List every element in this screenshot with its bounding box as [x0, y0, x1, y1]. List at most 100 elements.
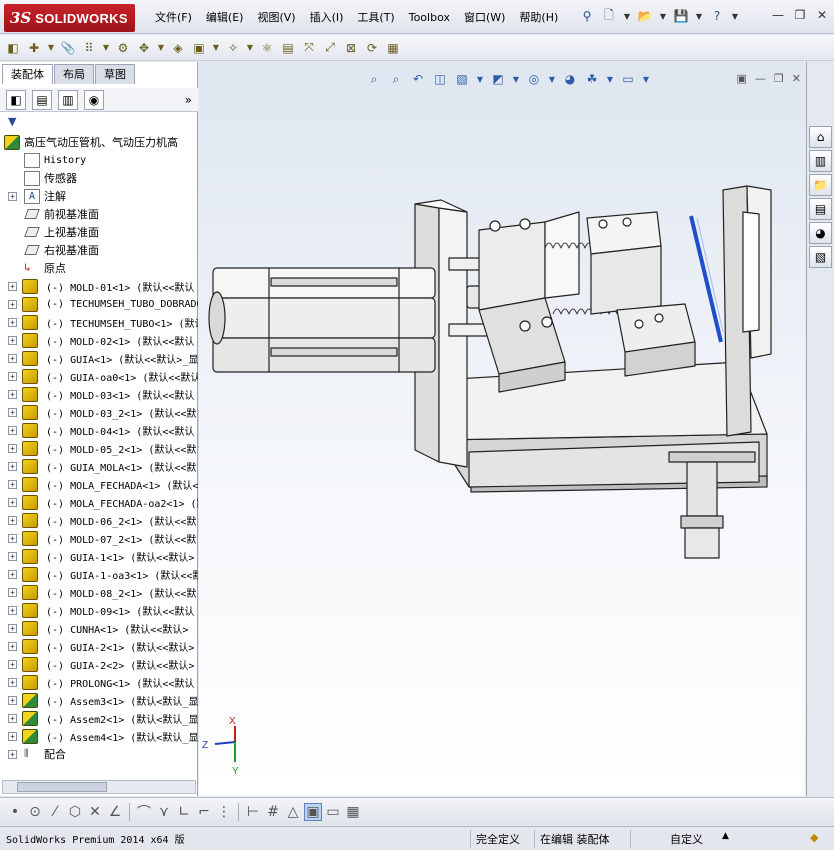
tree-item-part[interactable]: + (-) MOLD-04<1> (默认<<默认: [0, 421, 198, 439]
expand-icon[interactable]: +: [8, 677, 17, 687]
split-grid-icon[interactable]: ▦: [344, 803, 362, 821]
tree-item-part[interactable]: + (-) CUNHA<1> (默认<<默认>: [0, 619, 198, 637]
design-library-icon[interactable]: ▥: [809, 150, 832, 172]
tree-item-part[interactable]: + (-) TECHUMSEH_TUBO_DOBRADO: [0, 295, 198, 313]
rebuild-icon[interactable]: ⟳: [363, 39, 381, 57]
menu-help[interactable]: 帮助(H): [512, 10, 565, 26]
tree-item-part[interactable]: + (-) MOLD-02<1> (默认<<默认: [0, 331, 198, 349]
tree-item-part[interactable]: + (-) GUIA<1> (默认<<默认>_显: [0, 349, 198, 367]
tree-item-part[interactable]: + (-) MOLD-08_2<1> (默认<<默: [0, 583, 198, 601]
scrollbar-thumb[interactable]: [17, 782, 107, 792]
insert-dropdown-icon[interactable]: ▼: [46, 39, 56, 57]
status-units[interactable]: 自定义: [670, 831, 703, 847]
tree-item-history[interactable]: History: [0, 151, 198, 169]
open-dropdown-icon[interactable]: ▼: [658, 7, 668, 25]
move-dropdown-icon[interactable]: ▼: [156, 39, 166, 57]
solidworks-resources-icon[interactable]: ⌂: [809, 126, 832, 148]
menu-toolbox[interactable]: Toolbox: [402, 10, 457, 26]
expand-icon[interactable]: +: [8, 623, 17, 633]
line-icon[interactable]: ⁄: [46, 803, 64, 821]
reference-geometry-icon[interactable]: ✧: [224, 39, 242, 57]
expand-icon[interactable]: +: [8, 281, 17, 291]
grid-icon[interactable]: #: [264, 803, 282, 821]
save-icon[interactable]: 💾: [672, 7, 690, 25]
menu-file[interactable]: 文件(F): [148, 10, 199, 26]
shaded-display-icon[interactable]: ▣: [304, 802, 322, 821]
tree-item-origin[interactable]: ↳ 原点: [0, 259, 198, 277]
tab-sketch[interactable]: 草图: [95, 64, 135, 84]
expand-icon[interactable]: +: [8, 695, 17, 705]
help-dropdown-icon[interactable]: ▼: [730, 7, 740, 25]
expand-icon[interactable]: +: [8, 425, 17, 435]
reference-dropdown-icon[interactable]: ▼: [245, 39, 255, 57]
new-dropdown-icon[interactable]: ▼: [622, 7, 632, 25]
tree-root[interactable]: 高压气动压管机、气动压力机高: [0, 133, 198, 151]
solidworks-logo[interactable]: 3S SOLIDWORKS: [4, 4, 135, 32]
appearances-icon[interactable]: ◕: [809, 222, 832, 244]
menu-insert[interactable]: 插入(I): [303, 10, 351, 26]
tree-item-part[interactable]: + (-) GUIA-1<1> (默认<<默认>: [0, 547, 198, 565]
display-manager-icon[interactable]: ◉: [84, 89, 104, 110]
property-manager-icon[interactable]: ▤: [32, 89, 52, 110]
interference-icon[interactable]: ⊠: [342, 39, 360, 57]
tooltip-icon[interactable]: ◆: [810, 831, 818, 844]
tree-item-part[interactable]: + (-) GUIA-1-oa3<1> (默认<<默: [0, 565, 198, 583]
chamfer-icon[interactable]: ⋎: [155, 803, 173, 821]
save-dropdown-icon[interactable]: ▼: [694, 7, 704, 25]
restore-icon[interactable]: ❐: [792, 8, 808, 22]
exploded-view-icon[interactable]: ⤧: [300, 39, 318, 57]
dimension-icon[interactable]: ⊢: [244, 803, 262, 821]
tree-item-front-plane[interactable]: 前视基准面: [0, 205, 198, 223]
mate-icon[interactable]: 📎: [59, 39, 77, 57]
tab-assembly[interactable]: 装配体: [2, 64, 53, 84]
filter-icon[interactable]: ▼: [8, 115, 16, 128]
split-horizontal-icon[interactable]: ▭: [324, 803, 342, 821]
trim-icon[interactable]: ✕: [86, 803, 104, 821]
expand-icon[interactable]: +: [8, 389, 17, 399]
polygon-icon[interactable]: ⬡: [66, 803, 84, 821]
tree-item-part[interactable]: + (-) MOLA_FECHADA<1> (默认<: [0, 475, 198, 493]
tree-item-right-plane[interactable]: 右视基准面: [0, 241, 198, 259]
tree-item-part[interactable]: + (-) GUIA-2<2> (默认<<默认>: [0, 655, 198, 673]
more-tabs-icon[interactable]: »: [185, 93, 192, 107]
tree-item-part[interactable]: + (-) MOLD-09<1> (默认<<默认: [0, 601, 198, 619]
options-icon[interactable]: ▦: [384, 39, 402, 57]
move-component-icon[interactable]: ✥: [135, 39, 153, 57]
custom-properties-icon[interactable]: ▧: [809, 246, 832, 268]
expand-icon[interactable]: +: [8, 371, 17, 381]
file-explorer-icon[interactable]: 📁: [809, 174, 832, 196]
pattern-dropdown-icon[interactable]: ▼: [101, 39, 111, 57]
linear-pattern-icon[interactable]: ⠿: [80, 39, 98, 57]
circle-icon[interactable]: ⊙: [26, 803, 44, 821]
tree-item-part[interactable]: + (-) TECHUMSEH_TUBO<1> (默认: [0, 313, 198, 331]
tree-item-subassembly[interactable]: + (-) Assem3<1> (默认<默认_显: [0, 691, 198, 709]
expand-icon[interactable]: +: [8, 731, 17, 741]
tree-item-part[interactable]: + (-) MOLD-01<1> (默认<<默认: [0, 277, 198, 295]
menu-view[interactable]: 视图(V): [250, 10, 302, 26]
tree-item-part[interactable]: + (-) MOLD-05_2<1> (默认<<默: [0, 439, 198, 457]
expand-icon[interactable]: +: [8, 191, 17, 201]
tab-layout[interactable]: 布局: [54, 64, 94, 84]
new-document-icon[interactable]: 🗋: [600, 7, 618, 25]
tree-item-part[interactable]: + (-) MOLD-03<1> (默认<<默认: [0, 385, 198, 403]
menu-window[interactable]: 窗口(W): [457, 10, 512, 26]
open-folder-icon[interactable]: 📂: [636, 7, 654, 25]
expand-icon[interactable]: +: [8, 569, 17, 579]
expand-icon[interactable]: +: [8, 443, 17, 453]
centerline-icon[interactable]: ∠: [106, 803, 124, 821]
tree-item-part[interactable]: + (-) GUIA_MOLA<1> (默认<<默: [0, 457, 198, 475]
tree-item-part[interactable]: + (-) MOLD-06_2<1> (默认<<默: [0, 511, 198, 529]
tree-item-subassembly[interactable]: + (-) Assem4<1> (默认<默认_显: [0, 727, 198, 745]
point-icon[interactable]: •: [6, 803, 24, 821]
expand-icon[interactable]: +: [8, 335, 17, 345]
expand-icon[interactable]: +: [8, 713, 17, 723]
tree-item-part[interactable]: + (-) PROLONG<1> (默认<<默认: [0, 673, 198, 691]
configuration-manager-icon[interactable]: ▥: [58, 89, 78, 110]
expand-icon[interactable]: +: [8, 587, 17, 597]
expand-icon[interactable]: +: [8, 353, 17, 363]
features-dropdown-icon[interactable]: ▼: [211, 39, 221, 57]
view-palette-icon[interactable]: ▤: [809, 198, 832, 220]
expand-icon[interactable]: +: [8, 317, 17, 327]
expand-icon[interactable]: +: [8, 497, 17, 507]
menu-edit[interactable]: 编辑(E): [199, 10, 251, 26]
